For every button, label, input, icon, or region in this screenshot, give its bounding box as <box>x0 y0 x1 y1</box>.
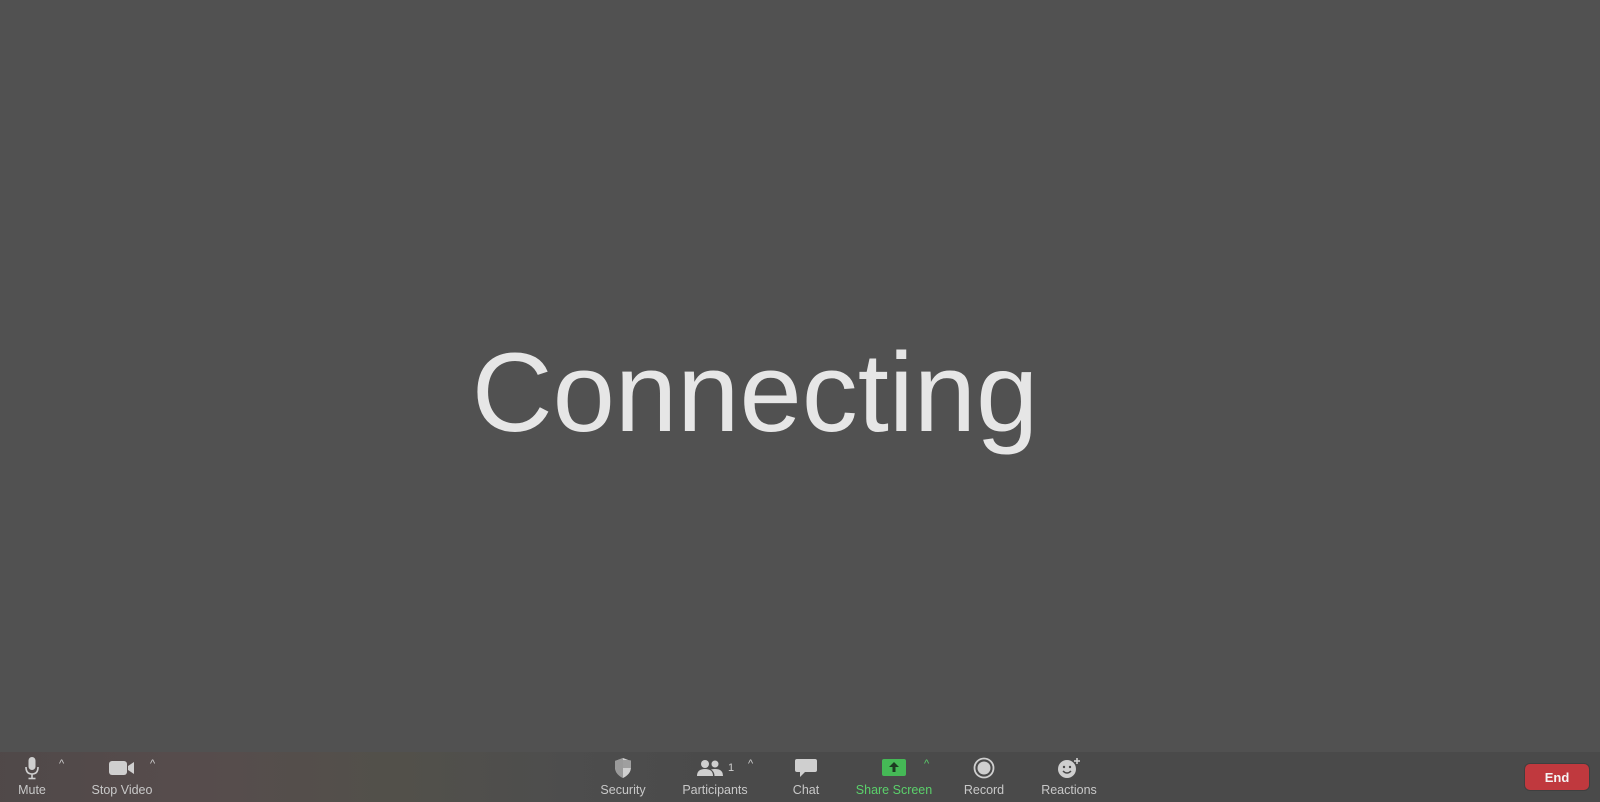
meeting-toolbar: Mute ^ Stop Video ^ Security 1 Participa… <box>0 752 1600 802</box>
share-screen-icon <box>881 756 907 780</box>
video-stage: Connecting <box>0 0 1600 752</box>
connecting-status: Connecting <box>471 330 1039 455</box>
share-options-caret[interactable]: ^ <box>924 758 929 770</box>
record-icon <box>973 756 995 780</box>
record-button[interactable]: Record <box>959 752 1009 802</box>
reactions-button[interactable]: Reactions <box>1038 752 1100 802</box>
audio-options-caret[interactable]: ^ <box>59 758 64 770</box>
shield-icon <box>613 756 633 780</box>
reactions-label: Reactions <box>1041 783 1097 797</box>
chat-bubble-icon <box>794 756 818 780</box>
record-label: Record <box>963 783 1005 797</box>
video-camera-icon <box>108 756 136 780</box>
mute-label: Mute <box>18 783 46 797</box>
mute-button[interactable]: Mute <box>10 752 54 802</box>
share-screen-label: Share Screen <box>855 783 933 797</box>
smiley-plus-icon <box>1057 756 1081 780</box>
stop-video-label: Stop Video <box>91 783 153 797</box>
participants-count: 1 <box>727 762 735 774</box>
chat-button[interactable]: Chat <box>786 752 826 802</box>
participants-button[interactable]: 1 Participants <box>677 752 753 802</box>
participants-options-caret[interactable]: ^ <box>748 758 753 770</box>
participants-label: Participants <box>682 783 748 797</box>
video-options-caret[interactable]: ^ <box>150 758 155 770</box>
stop-video-button[interactable]: Stop Video <box>86 752 158 802</box>
security-label: Security <box>600 783 646 797</box>
chat-label: Chat <box>792 783 820 797</box>
people-icon: 1 <box>696 756 734 780</box>
security-button[interactable]: Security <box>593 752 653 802</box>
end-meeting-button[interactable]: End <box>1525 764 1589 790</box>
microphone-icon <box>24 756 40 780</box>
